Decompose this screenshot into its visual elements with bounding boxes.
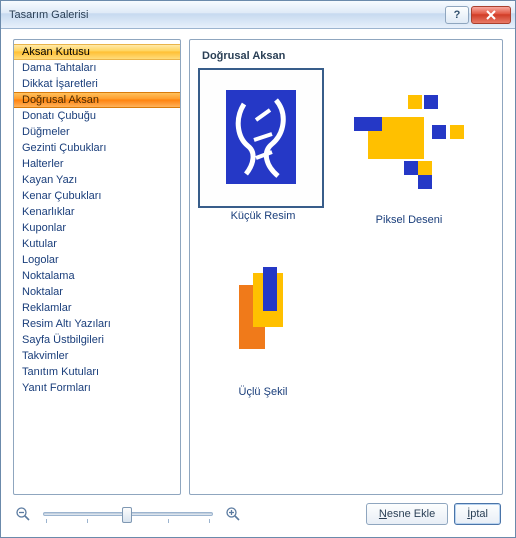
category-item[interactable]: Takvimler: [14, 348, 180, 364]
category-item[interactable]: Donatı Çubuğu: [14, 108, 180, 124]
panels: Aksan KutusuDama TahtalarıDikkat İşaretl…: [13, 39, 503, 495]
category-item[interactable]: Resim Altı Yazıları: [14, 316, 180, 332]
thumb-caption: Küçük Resim: [200, 210, 326, 222]
thumb-caption: Piksel Deseni: [346, 214, 472, 226]
category-item[interactable]: Aksan Kutusu: [14, 44, 180, 60]
zoom-slider-knob[interactable]: [122, 507, 132, 523]
dialog-body: Aksan KutusuDama TahtalarıDikkat İşaretl…: [1, 29, 515, 537]
category-item[interactable]: Kenar Çubukları: [14, 188, 180, 204]
titlebar[interactable]: Tasarım Galerisi ?: [1, 1, 515, 29]
category-item[interactable]: Tanıtım Kutuları: [14, 364, 180, 380]
category-item[interactable]: Kuponlar: [14, 220, 180, 236]
zoom-out-icon[interactable]: [15, 506, 31, 522]
gallery-thumb[interactable]: Üçlü Şekil: [200, 242, 326, 398]
category-item[interactable]: Kutular: [14, 236, 180, 252]
gallery-thumb[interactable]: Küçük Resim: [200, 70, 326, 226]
zoom-slider[interactable]: [43, 512, 213, 516]
gallery-thumb[interactable]: Piksel Deseni: [346, 70, 472, 226]
category-item[interactable]: Halterler: [14, 156, 180, 172]
cancel-button[interactable]: İptal: [454, 503, 501, 525]
bottom-bar: Nesne Ekle İptal: [13, 495, 503, 529]
category-item[interactable]: Dama Tahtaları: [14, 60, 180, 76]
category-item[interactable]: Doğrusal Aksan: [14, 92, 180, 108]
category-item[interactable]: Reklamlar: [14, 300, 180, 316]
zoom-in-icon[interactable]: [225, 506, 241, 522]
category-item[interactable]: Gezinti Çubukları: [14, 140, 180, 156]
thumb-caption: Üçlü Şekil: [200, 386, 326, 398]
close-icon: [485, 10, 497, 20]
gallery-heading: Doğrusal Aksan: [200, 48, 492, 70]
category-item[interactable]: Noktalama: [14, 268, 180, 284]
close-button[interactable]: [471, 6, 511, 24]
gallery-panel: Doğrusal Aksan Küçük Resim Piksel Deseni Ü…: [189, 39, 503, 495]
insert-object-button[interactable]: Nesne Ekle: [366, 503, 448, 525]
category-item[interactable]: Düğmeler: [14, 124, 180, 140]
category-item[interactable]: Sayfa Üstbilgileri: [14, 332, 180, 348]
category-item[interactable]: Yanıt Formları: [14, 380, 180, 396]
thumbnail-grid: Küçük Resim Piksel Deseni Üçlü Şekil: [200, 70, 492, 414]
category-item[interactable]: Logolar: [14, 252, 180, 268]
category-item[interactable]: Dikkat İşaretleri: [14, 76, 180, 92]
help-button[interactable]: ?: [445, 6, 469, 24]
design-gallery-dialog: Tasarım Galerisi ? Aksan KutusuDama Taht…: [0, 0, 516, 538]
category-item[interactable]: Noktalar: [14, 284, 180, 300]
category-item[interactable]: Kayan Yazı: [14, 172, 180, 188]
window-title: Tasarım Galerisi: [9, 9, 443, 21]
category-item[interactable]: Kenarlıklar: [14, 204, 180, 220]
category-list[interactable]: Aksan KutusuDama TahtalarıDikkat İşaretl…: [13, 39, 181, 495]
